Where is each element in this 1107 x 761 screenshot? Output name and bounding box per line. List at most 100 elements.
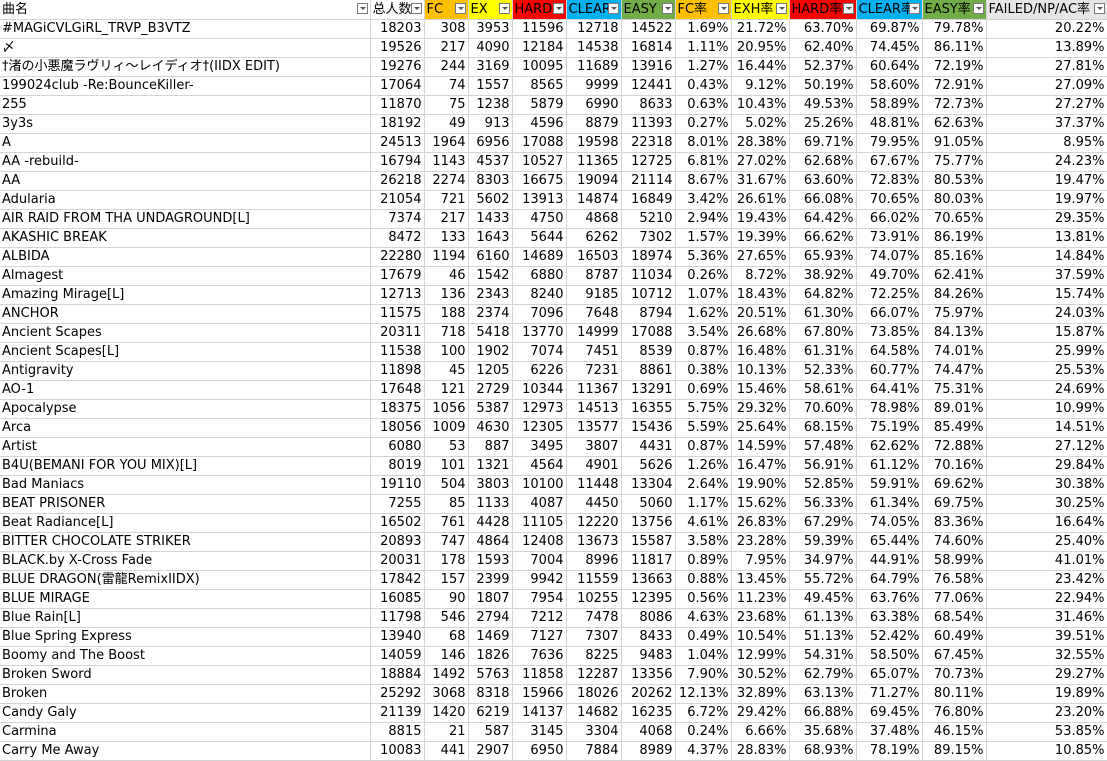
data-cell[interactable]: 70.73%	[922, 665, 987, 685]
data-cell[interactable]: 65.93%	[789, 247, 857, 267]
data-cell[interactable]: 2907	[468, 741, 513, 761]
data-cell[interactable]: 64.79%	[856, 570, 923, 590]
data-cell[interactable]: 8225	[566, 646, 622, 666]
data-cell[interactable]: 18.43%	[731, 285, 790, 305]
data-cell[interactable]: 13673	[566, 532, 622, 552]
data-cell[interactable]: 5626	[621, 456, 676, 476]
data-cell[interactable]: 68	[424, 627, 469, 647]
data-cell[interactable]: 4090	[468, 38, 513, 58]
data-cell[interactable]: 11689	[566, 57, 622, 77]
filter-dropdown-icon[interactable]	[1093, 3, 1105, 14]
data-cell[interactable]: 11393	[621, 114, 676, 134]
data-cell[interactable]: 29.42%	[731, 703, 790, 723]
data-cell[interactable]: 85	[424, 494, 469, 514]
song-name-cell[interactable]: B4U(BEMANI FOR YOU MIX)[L]	[0, 456, 371, 476]
data-cell[interactable]: 6880	[512, 266, 567, 286]
data-cell[interactable]: 11596	[512, 19, 567, 39]
data-cell[interactable]: 17842	[370, 570, 425, 590]
data-cell[interactable]: 63.76%	[856, 589, 923, 609]
data-cell[interactable]: 0.26%	[675, 266, 732, 286]
column-header-1[interactable]: 总人数	[370, 0, 425, 20]
song-name-cell[interactable]: Bad Maniacs	[0, 475, 371, 495]
data-cell[interactable]: 3.54%	[675, 323, 732, 343]
data-cell[interactable]: 16794	[370, 152, 425, 172]
data-cell[interactable]: 1143	[424, 152, 469, 172]
data-cell[interactable]: 0.89%	[675, 551, 732, 571]
data-cell[interactable]: 4901	[566, 456, 622, 476]
data-cell[interactable]: 21139	[370, 703, 425, 723]
data-cell[interactable]: 1807	[468, 589, 513, 609]
data-cell[interactable]: 72.88%	[922, 437, 987, 457]
data-cell[interactable]: 14522	[621, 19, 676, 39]
data-cell[interactable]: 0.87%	[675, 342, 732, 362]
data-cell[interactable]: 61.12%	[856, 456, 923, 476]
data-cell[interactable]: 7255	[370, 494, 425, 514]
data-cell[interactable]: 1643	[468, 228, 513, 248]
data-cell[interactable]: 5763	[468, 665, 513, 685]
data-cell[interactable]: 6950	[512, 741, 567, 761]
data-cell[interactable]: 7.95%	[731, 551, 790, 571]
data-cell[interactable]: 2343	[468, 285, 513, 305]
data-cell[interactable]: 74.07%	[856, 247, 923, 267]
data-cell[interactable]: 52.85%	[789, 475, 857, 495]
song-name-cell[interactable]: Apocalypse	[0, 399, 371, 419]
data-cell[interactable]: 13663	[621, 570, 676, 590]
data-cell[interactable]: 25.40%	[986, 532, 1107, 552]
data-cell[interactable]: 30.25%	[986, 494, 1107, 514]
song-name-cell[interactable]: Arca	[0, 418, 371, 438]
filter-dropdown-icon[interactable]	[908, 3, 920, 14]
data-cell[interactable]: 86.19%	[922, 228, 987, 248]
data-cell[interactable]: 5.75%	[675, 399, 732, 419]
data-cell[interactable]: 15.46%	[731, 380, 790, 400]
data-cell[interactable]: 2374	[468, 304, 513, 324]
data-cell[interactable]: 22.94%	[986, 589, 1107, 609]
data-cell[interactable]: 90	[424, 589, 469, 609]
data-cell[interactable]: 53	[424, 437, 469, 457]
data-cell[interactable]: 1321	[468, 456, 513, 476]
data-cell[interactable]: 18203	[370, 19, 425, 39]
data-cell[interactable]: 86.11%	[922, 38, 987, 58]
data-cell[interactable]: 65.44%	[856, 532, 923, 552]
data-cell[interactable]: 13770	[512, 323, 567, 343]
data-cell[interactable]: 70.65%	[856, 190, 923, 210]
data-cell[interactable]: 1593	[468, 551, 513, 571]
data-cell[interactable]: 73.91%	[856, 228, 923, 248]
data-cell[interactable]: 54.31%	[789, 646, 857, 666]
data-cell[interactable]: 37.48%	[856, 722, 923, 742]
filter-dropdown-icon[interactable]	[410, 3, 422, 14]
data-cell[interactable]: 16814	[621, 38, 676, 58]
data-cell[interactable]: 1205	[468, 361, 513, 381]
data-cell[interactable]: 6.72%	[675, 703, 732, 723]
data-cell[interactable]: 17064	[370, 76, 425, 96]
data-cell[interactable]: 11798	[370, 608, 425, 628]
data-cell[interactable]: 62.79%	[789, 665, 857, 685]
data-cell[interactable]: 16085	[370, 589, 425, 609]
data-cell[interactable]: 52.33%	[789, 361, 857, 381]
data-cell[interactable]: 72.19%	[922, 57, 987, 77]
data-cell[interactable]: 26.61%	[731, 190, 790, 210]
data-cell[interactable]: 10.13%	[731, 361, 790, 381]
song-name-cell[interactable]: AO-1	[0, 380, 371, 400]
data-cell[interactable]: 18026	[566, 684, 622, 704]
data-cell[interactable]: 25.26%	[789, 114, 857, 134]
song-name-cell[interactable]: Blue Rain[L]	[0, 608, 371, 628]
data-cell[interactable]: 3169	[468, 57, 513, 77]
data-cell[interactable]: 11365	[566, 152, 622, 172]
data-cell[interactable]: 8019	[370, 456, 425, 476]
data-cell[interactable]: 10.85%	[986, 741, 1107, 761]
data-cell[interactable]: 14874	[566, 190, 622, 210]
data-cell[interactable]: 20.95%	[731, 38, 790, 58]
data-cell[interactable]: 1964	[424, 133, 469, 153]
data-cell[interactable]: 26.83%	[731, 513, 790, 533]
data-cell[interactable]: 6160	[468, 247, 513, 267]
data-cell[interactable]: 4868	[566, 209, 622, 229]
data-cell[interactable]: 19.39%	[731, 228, 790, 248]
data-cell[interactable]: 49.53%	[789, 95, 857, 115]
data-cell[interactable]: 188	[424, 304, 469, 324]
data-cell[interactable]: 59.39%	[789, 532, 857, 552]
data-cell[interactable]: 75.97%	[922, 304, 987, 324]
data-cell[interactable]: 19.97%	[986, 190, 1107, 210]
data-cell[interactable]: 3803	[468, 475, 513, 495]
data-cell[interactable]: 14689	[512, 247, 567, 267]
data-cell[interactable]: 0.69%	[675, 380, 732, 400]
